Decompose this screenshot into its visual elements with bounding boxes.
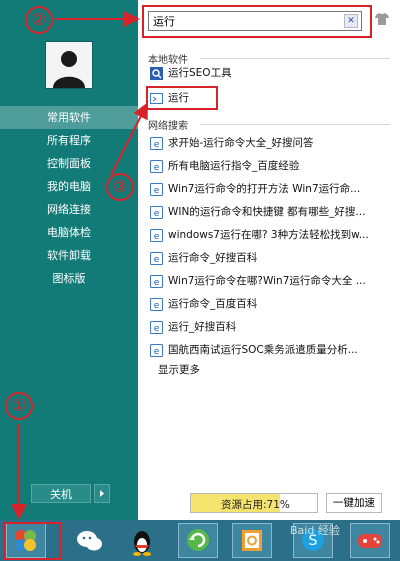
chevron-right-icon xyxy=(100,490,104,497)
nav-item-icon-view[interactable]: 图标版 xyxy=(0,267,138,290)
annotation-number-two: ② xyxy=(25,6,53,34)
svg-text:e: e xyxy=(154,232,160,242)
speedup-button[interactable]: 一键加速 xyxy=(326,493,382,513)
ie-browser-icon: e xyxy=(150,160,163,173)
ie-browser-icon: e xyxy=(150,206,163,219)
skin-shirt-icon[interactable] xyxy=(375,13,389,25)
web-result-item[interactable]: e windows7运行在哪? 3种方法轻松找到w... xyxy=(150,226,369,245)
svg-text:e: e xyxy=(154,278,160,288)
resource-usage-bar: 资源占用:71% xyxy=(190,493,318,513)
resource-usage-text: 资源占用:71% xyxy=(221,499,290,511)
ie-browser-icon: e xyxy=(150,229,163,242)
svg-text:e: e xyxy=(154,140,160,150)
annotation-box-search xyxy=(142,5,372,38)
refresh-green-icon[interactable] xyxy=(178,523,218,558)
web-result-item[interactable]: e 运行_好搜百科 xyxy=(150,318,236,337)
user-avatar-icon[interactable] xyxy=(45,41,93,89)
web-result-item[interactable]: e WIN的运行命令和快捷键 都有哪些_好搜... xyxy=(150,203,365,222)
annotation-number-three: ③ xyxy=(106,173,134,201)
divider xyxy=(200,124,390,125)
nav-item-common-software[interactable]: 常用软件 xyxy=(0,106,138,129)
web-result-item[interactable]: e 运行命令_百度百科 xyxy=(150,295,257,314)
web-result-item[interactable]: e 求开始-运行命令大全_好搜问答 xyxy=(150,134,314,153)
magnifier-app-icon xyxy=(150,67,163,80)
ie-browser-icon: e xyxy=(150,183,163,196)
watermark: Baid 经验 xyxy=(290,524,340,537)
shutdown-button[interactable]: 关机 xyxy=(31,484,91,503)
web-result-item[interactable]: e Win7运行命令在哪?Win7运行命令大全 ... xyxy=(150,272,366,291)
svg-text:e: e xyxy=(154,209,160,219)
nav-item-checkup[interactable]: 电脑体检 xyxy=(0,221,138,244)
local-item-seo-tool[interactable]: 运行SEO工具 xyxy=(150,64,232,83)
svg-text:e: e xyxy=(154,186,160,196)
annotation-number-one: ① xyxy=(5,392,33,420)
web-result-item[interactable]: e Win7运行命令的打开方法 Win7运行命... xyxy=(150,180,360,199)
shutdown-options-button[interactable] xyxy=(94,484,110,503)
svg-text:e: e xyxy=(154,255,160,265)
ie-browser-icon: e xyxy=(150,321,163,334)
outlook-icon[interactable] xyxy=(232,523,272,558)
game-controller-icon[interactable] xyxy=(350,523,390,558)
svg-text:e: e xyxy=(154,324,160,334)
ie-browser-icon: e xyxy=(150,344,163,357)
nav-item-control-panel[interactable]: 控制面板 xyxy=(0,152,138,175)
web-search-title: 网络搜索 xyxy=(148,121,188,132)
svg-text:e: e xyxy=(154,347,160,357)
show-more-link[interactable]: 显示更多 xyxy=(158,362,200,377)
web-result-item[interactable]: e 所有电脑运行指令_百度经验 xyxy=(150,157,299,176)
start-menu-right-pane: ✕ 本地软件 运行SEO工具 运行 网络搜索 e求开始-运行命令大全_好搜问答 … xyxy=(138,0,400,520)
qq-penguin-icon[interactable] xyxy=(122,523,162,558)
divider xyxy=(200,58,390,59)
nav-item-all-programs[interactable]: 所有程序 xyxy=(0,129,138,152)
ie-browser-icon: e xyxy=(150,275,163,288)
annotation-box-start xyxy=(3,522,61,560)
nav-item-network[interactable]: 网络连接 xyxy=(0,198,138,221)
svg-text:e: e xyxy=(154,163,160,173)
ie-browser-icon: e xyxy=(150,298,163,311)
ie-browser-icon: e xyxy=(150,252,163,265)
ie-browser-icon: e xyxy=(150,137,163,150)
start-menu-left-pane: 常用软件 所有程序 控制面板 我的电脑 网络连接 电脑体检 软件卸载 图标版 关… xyxy=(0,0,138,520)
web-result-item[interactable]: e 运行命令_好搜百科 xyxy=(150,249,257,268)
svg-text:e: e xyxy=(154,301,160,311)
web-result-item[interactable]: e 国航西南试运行SOC乘务派遣质量分析... xyxy=(150,341,358,360)
wechat-icon[interactable] xyxy=(70,523,110,558)
nav-item-uninstall[interactable]: 软件卸载 xyxy=(0,244,138,267)
annotation-box-run xyxy=(146,86,218,110)
